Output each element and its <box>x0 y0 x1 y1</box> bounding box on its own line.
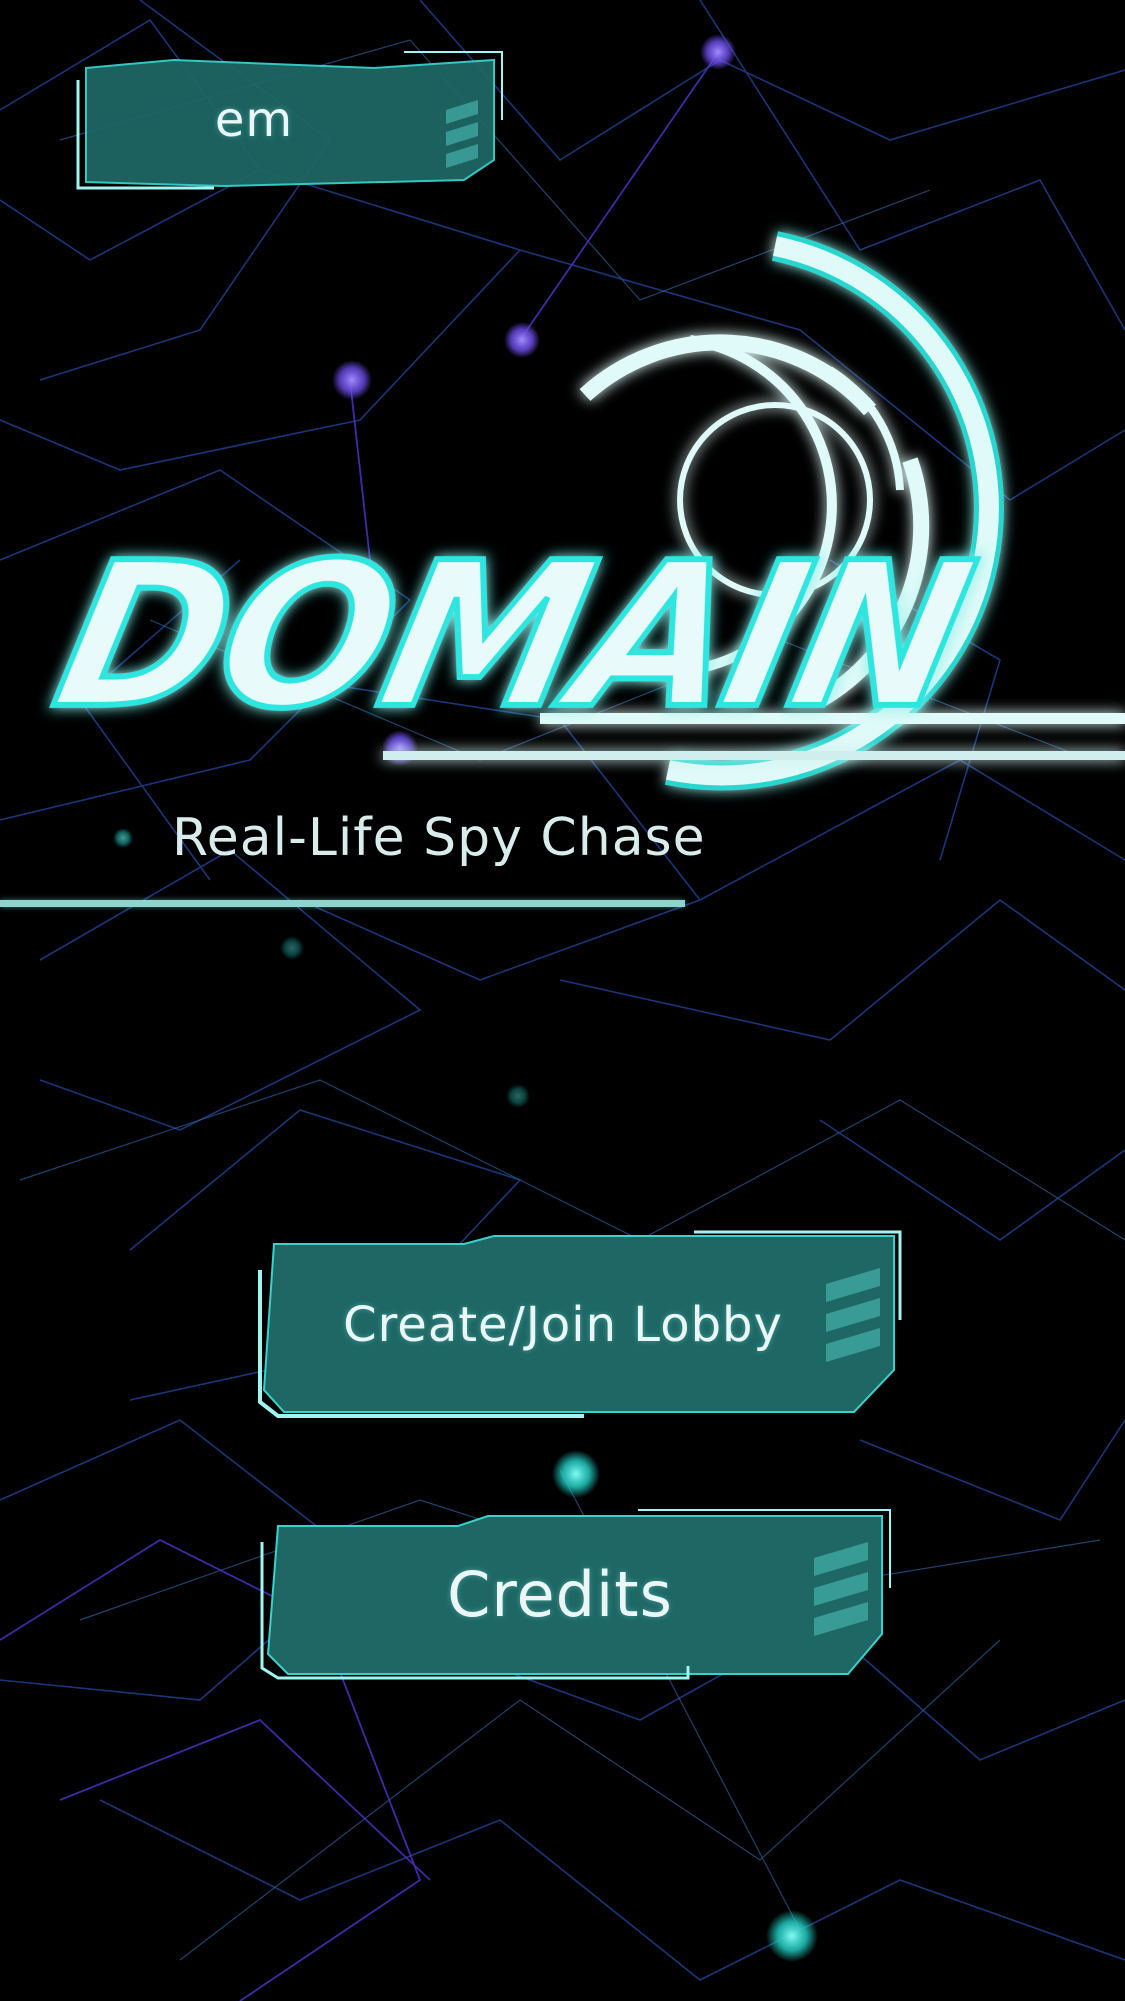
tagline-divider <box>0 900 685 907</box>
create-join-lobby-button[interactable]: Create/Join Lobby <box>254 1230 902 1420</box>
profile-name-button[interactable]: em <box>74 50 504 190</box>
game-logo: DOMAIN <box>0 230 1125 791</box>
credits-label: Credits <box>447 1557 673 1631</box>
profile-name: em <box>214 92 294 148</box>
create-join-lobby-label: Create/Join Lobby <box>343 1297 783 1353</box>
tagline: Real-Life Spy Chase <box>172 808 706 868</box>
logo-title: DOMAIN <box>39 519 986 752</box>
credits-button[interactable]: Credits <box>258 1508 892 1680</box>
